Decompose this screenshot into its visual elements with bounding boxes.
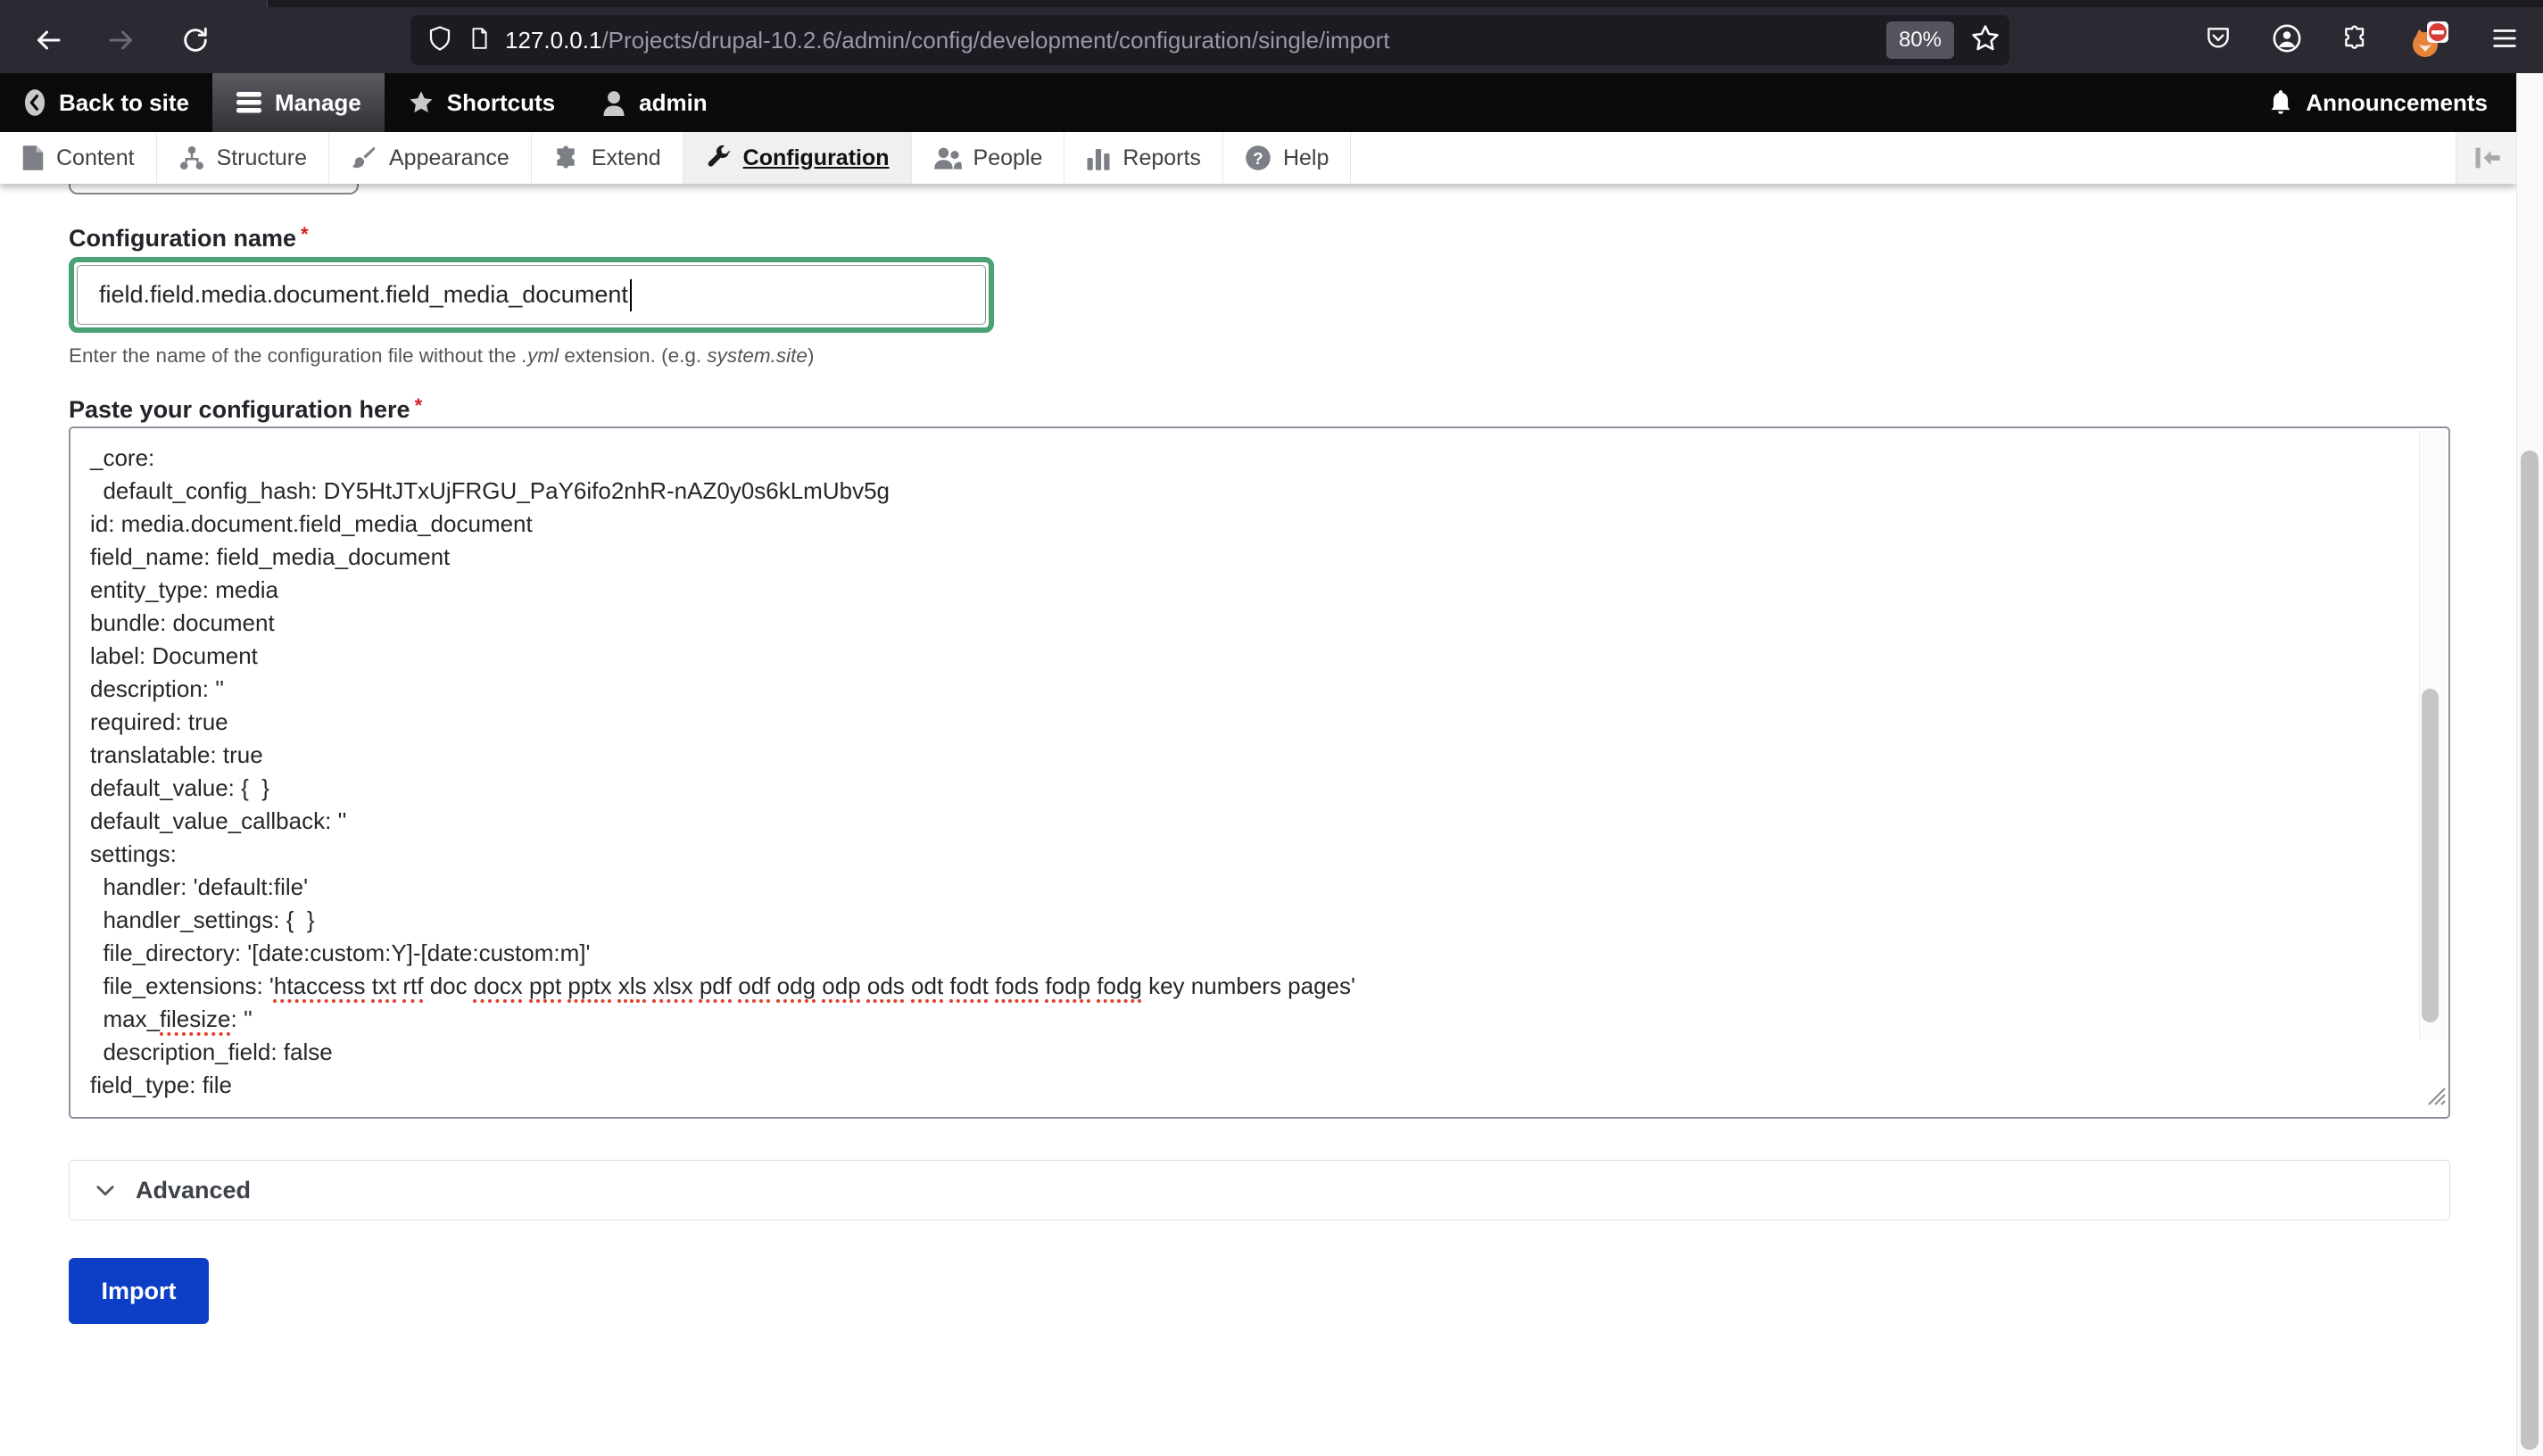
drupal-admin-menu: Content Structure Appearance Extend Conf… — [0, 132, 2516, 184]
menu-label: Content — [56, 145, 135, 171]
url-bar[interactable]: 127.0.0.1/Projects/drupal-10.2.6/admin/c… — [410, 15, 2009, 65]
help-text: ) — [808, 344, 815, 367]
required-asterisk: * — [415, 394, 423, 417]
extend-puzzle-icon — [553, 145, 580, 171]
url-path: /Projects/drupal-10.2.6/admin/config/dev… — [601, 27, 1389, 54]
yaml-content: _core: default_config_hash: DY5HtJTxUjFR… — [90, 442, 2395, 1102]
config-name-help-text: Enter the name of the configuration file… — [69, 344, 814, 368]
pocket-icon[interactable] — [2204, 24, 2232, 57]
menu-item-people[interactable]: People — [912, 132, 1065, 184]
menu-label: Structure — [217, 145, 307, 171]
active-tab-remnant — [0, 0, 268, 7]
drupal-admin-toolbar: Back to site Manage Shortcuts admin Anno… — [0, 73, 2516, 132]
textarea-scrollbar-track[interactable] — [2419, 431, 2446, 1039]
menu-item-structure[interactable]: Structure — [157, 132, 329, 184]
required-asterisk: * — [301, 223, 309, 245]
announcements-bell-icon — [2268, 89, 2293, 116]
config-name-label: Configuration name* — [69, 225, 309, 252]
help-text: Enter the name of the configuration file… — [69, 344, 522, 367]
advanced-label: Advanced — [136, 1177, 251, 1204]
reports-chart-icon — [1086, 145, 1111, 171]
reload-button[interactable] — [180, 25, 211, 55]
user-icon — [601, 89, 626, 116]
help-yml-extension: .yml — [522, 344, 559, 367]
menu-label: Configuration — [743, 145, 890, 171]
back-to-site-button[interactable]: Back to site — [0, 73, 212, 132]
svg-text:?: ? — [1253, 149, 1263, 168]
menu-label: Appearance — [389, 145, 509, 171]
advanced-details-toggle[interactable]: Advanced — [69, 1160, 2450, 1220]
announcements-label: Announcements — [2306, 89, 2488, 117]
content-icon — [21, 145, 45, 171]
browser-toolbar: 127.0.0.1/Projects/drupal-10.2.6/admin/c… — [0, 7, 2543, 73]
menu-item-help[interactable]: ? Help — [1223, 132, 1351, 184]
menu-label: Help — [1283, 145, 1329, 171]
import-button[interactable]: Import — [69, 1258, 209, 1324]
adblock-extension-icon[interactable] — [2409, 20, 2450, 61]
menu-item-appearance[interactable]: Appearance — [329, 132, 532, 184]
config-textarea[interactable]: _core: default_config_hash: DY5HtJTxUjFR… — [69, 426, 2450, 1119]
admin-user-label: admin — [639, 89, 708, 117]
structure-icon — [178, 145, 205, 171]
config-name-input[interactable]: field.field.media.document.field_media_d… — [77, 265, 986, 325]
url-domain: 127.0.0.1 — [505, 27, 601, 54]
back-button[interactable] — [32, 24, 64, 56]
account-icon[interactable] — [2272, 23, 2302, 58]
admin-user-tab[interactable]: admin — [578, 73, 731, 132]
bookmark-star-icon[interactable] — [1970, 23, 2000, 58]
menu-label: People — [973, 145, 1043, 171]
text-caret — [630, 279, 632, 311]
tracking-protection-shield-icon[interactable] — [427, 24, 453, 57]
chevron-down-icon — [93, 1178, 118, 1203]
browser-tab-strip — [0, 0, 2543, 7]
textarea-resize-grip[interactable] — [2420, 1080, 2447, 1115]
config-name-input-focus-ring: field.field.media.document.field_media_d… — [69, 257, 994, 333]
paste-config-label: Paste your configuration here* — [69, 396, 422, 424]
url-text: 127.0.0.1/Projects/drupal-10.2.6/admin/c… — [505, 27, 1886, 54]
page-scrollbar-thumb[interactable] — [2521, 451, 2539, 1450]
toolbar-orientation-toggle[interactable] — [2456, 132, 2516, 184]
manage-tab[interactable]: Manage — [212, 73, 385, 132]
menu-item-content[interactable]: Content — [0, 132, 157, 184]
menu-hamburger-icon[interactable] — [2489, 23, 2520, 58]
announcements-button[interactable]: Announcements — [2245, 73, 2516, 132]
menu-item-reports[interactable]: Reports — [1064, 132, 1223, 184]
collapse-left-icon — [2472, 146, 2502, 170]
back-to-site-label: Back to site — [59, 89, 189, 117]
help-text: extension. (e.g. — [559, 344, 707, 367]
menu-label: Reports — [1122, 145, 1201, 171]
zoom-level-badge[interactable]: 80% — [1886, 21, 1954, 59]
textarea-scrollbar-thumb[interactable] — [2422, 689, 2439, 1022]
manage-label: Manage — [275, 89, 361, 117]
config-name-value: field.field.media.document.field_media_d… — [99, 281, 628, 309]
menu-label: Extend — [592, 145, 661, 171]
menu-item-configuration[interactable]: Configuration — [683, 132, 912, 184]
forward-button[interactable] — [105, 24, 137, 56]
page-info-icon[interactable] — [468, 25, 491, 56]
extensions-puzzle-icon[interactable] — [2341, 24, 2370, 57]
people-icon — [933, 145, 962, 171]
appearance-brush-icon — [351, 145, 377, 171]
page-scrollbar-track[interactable] — [2516, 73, 2543, 1456]
menu-item-extend[interactable]: Extend — [532, 132, 683, 184]
configuration-wrench-icon — [705, 145, 732, 171]
shortcuts-star-icon — [408, 89, 435, 116]
back-chevron-icon — [23, 88, 46, 117]
paste-config-label-text: Paste your configuration here — [69, 396, 410, 423]
help-example: system.site — [707, 344, 808, 367]
shortcuts-label: Shortcuts — [447, 89, 555, 117]
help-icon: ? — [1245, 145, 1272, 171]
config-name-label-text: Configuration name — [69, 225, 296, 252]
manage-hamburger-icon — [236, 91, 262, 114]
shortcuts-tab[interactable]: Shortcuts — [385, 73, 578, 132]
